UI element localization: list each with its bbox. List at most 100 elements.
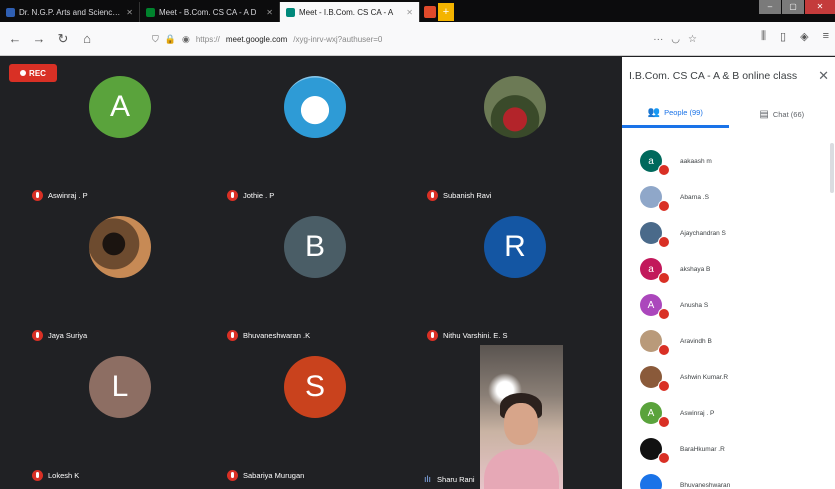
list-item[interactable]: Abarna .S [622,179,835,215]
tab-chat-label: Chat (66) [772,109,805,119]
avatar [640,438,670,464]
avatar [640,186,670,212]
participant-name-label: Sabariya Murugan [243,471,305,480]
browser-tab-1[interactable]: Dr. N.G.P. Arts and Science Co ✕ [0,2,140,22]
library-icon[interactable]: ⫼ [761,30,766,43]
list-item[interactable]: A Aswinraj . P [622,395,835,431]
extension-icon[interactable]: ◈ [800,30,808,43]
address-bar[interactable]: ⛉ 🔒 ◉ https:// meet.google.com/xyg-inrv-w… [152,28,697,50]
panel-tabs: 👥 People (99) ▤ Chat (66) [622,100,835,128]
participant-tile[interactable]: B Bhuvaneshwaran .K [215,207,415,347]
video-face [504,403,538,445]
participant-name-label: Bhuvaneshwaran .K [243,331,311,340]
mic-off-icon [658,416,670,428]
person-name: Abarna .S [680,193,709,201]
avatar [640,474,670,489]
tab-title: Dr. N.G.P. Arts and Science Co [19,7,123,17]
person-name: Ajaychandran S [680,229,726,237]
reload-icon[interactable]: ↻ [56,31,70,47]
person-name: Aswinraj . P [680,409,715,417]
participant-name: Jaya Suriya [32,330,87,341]
mic-off-icon [427,330,438,341]
participant-name-label: Lokesh K [48,471,80,480]
mic-off-icon [658,308,670,320]
close-panel-icon[interactable]: ✕ [818,68,829,84]
participant-tile[interactable]: A Aswinraj . P [20,67,220,207]
page-actions-icon[interactable]: ··· [653,34,663,45]
tab-close-icon[interactable]: ✕ [126,8,133,17]
tab-people-label: People (99) [664,108,703,117]
participant-name-label: Nithu Varshini. E. S [443,331,508,340]
window-close-icon[interactable]: ✕ [805,0,835,14]
list-item[interactable]: BaraHkumar .R [622,431,835,467]
favicon-icon [286,7,295,17]
list-item[interactable]: A Anusha S [622,287,835,323]
participant-name: Bhuvaneshwaran .K [227,330,310,341]
participant-name-label: Jothie . P [243,191,275,200]
list-item[interactable]: a akshaya B [622,251,835,287]
list-item[interactable]: Ajaychandran S [622,215,835,251]
bookmark-star-icon[interactable]: ☆ [688,34,697,45]
browser-tab-2[interactable]: Meet - B.Com. CS CA - A D ✕ [140,2,280,22]
new-tab-icon[interactable]: + [438,3,454,21]
tab-chat[interactable]: ▤ Chat (66) [729,100,835,128]
participant-tile[interactable]: L Lokesh K [20,347,220,487]
list-item[interactable]: Bhuvaneshwaran [622,467,835,489]
video-shirt [484,449,559,489]
list-item[interactable]: a aakaash m [622,143,835,179]
participant-tile[interactable]: S Sabariya Murugan [215,347,415,487]
person-name: Ashwin Kumar.R [680,373,729,381]
participant-avatar [484,76,546,138]
participant-tile[interactable]: Subanish Ravi [415,67,615,207]
back-icon[interactable]: ← [8,31,22,46]
person-name: BaraHkumar .R [680,445,725,453]
favicon-icon [146,7,155,17]
mic-off-icon [227,190,238,201]
people-scrollbar[interactable] [830,143,834,193]
participant-tile[interactable]: R Nithu Varshini. E. S [415,207,615,347]
participant-name: Aswinraj . P [32,190,88,201]
tab-people[interactable]: 👥 People (99) [622,100,729,128]
speaking-icon: ılı [424,474,432,484]
participant-tile[interactable]: Jothie . P [215,67,415,207]
participant-name-label: Subanish Ravi [443,191,492,200]
participant-name: Subanish Ravi [427,190,491,201]
participant-video[interactable] [480,345,563,489]
mic-off-icon [227,330,238,341]
url-path: /xyg-inrv-wxj?authuser=0 [293,34,383,44]
tab-close-icon[interactable]: ✕ [266,8,273,17]
participant-avatar: L [89,356,151,418]
mic-off-icon [658,452,670,464]
mic-off-icon [32,470,43,481]
sidebar-icon[interactable]: ▯ [780,30,786,43]
meeting-title: I.B.Com. CS CA - A & B online class [629,70,798,82]
browser-tab-3[interactable]: Meet - I.B.Com. CS CA - A ✕ [280,2,420,22]
video-participant-name: ılı Sharu Rani [424,474,475,484]
person-name: Bhuvaneshwaran [680,481,731,489]
participant-name: Sabariya Murugan [227,470,304,481]
menu-icon[interactable]: ≡ [823,30,829,43]
tab-close-icon[interactable]: ✕ [406,8,413,17]
pocket-icon[interactable]: ◡ [671,34,680,45]
participant-avatar [89,216,151,278]
video-participant-label: Sharu Rani [437,474,475,484]
person-name: aakaash m [680,157,712,165]
maximize-icon[interactable]: ▢ [782,0,804,14]
mic-off-icon [658,200,670,212]
tab-title: Meet - I.B.Com. CS CA - A [299,7,394,17]
participant-avatar: S [284,356,346,418]
camera-permission-icon[interactable]: ◉ [182,34,190,45]
avatar: a [640,258,670,284]
forward-icon[interactable]: → [32,31,46,46]
avatar [640,330,670,356]
participant-name: Lokesh K [32,470,79,481]
list-item[interactable]: Aravindh B [622,323,835,359]
people-list: a aakaash m Abarna .S Ajaychandran S a akshay… [622,143,835,489]
mic-off-icon [658,164,670,176]
minimize-icon[interactable]: – [759,0,781,14]
participant-tile[interactable]: Jaya Suriya [20,207,220,347]
list-item[interactable]: Ashwin Kumar.R [622,359,835,395]
home-icon[interactable]: ⌂ [80,31,94,46]
participant-avatar: B [284,216,346,278]
avatar: A [640,402,670,428]
